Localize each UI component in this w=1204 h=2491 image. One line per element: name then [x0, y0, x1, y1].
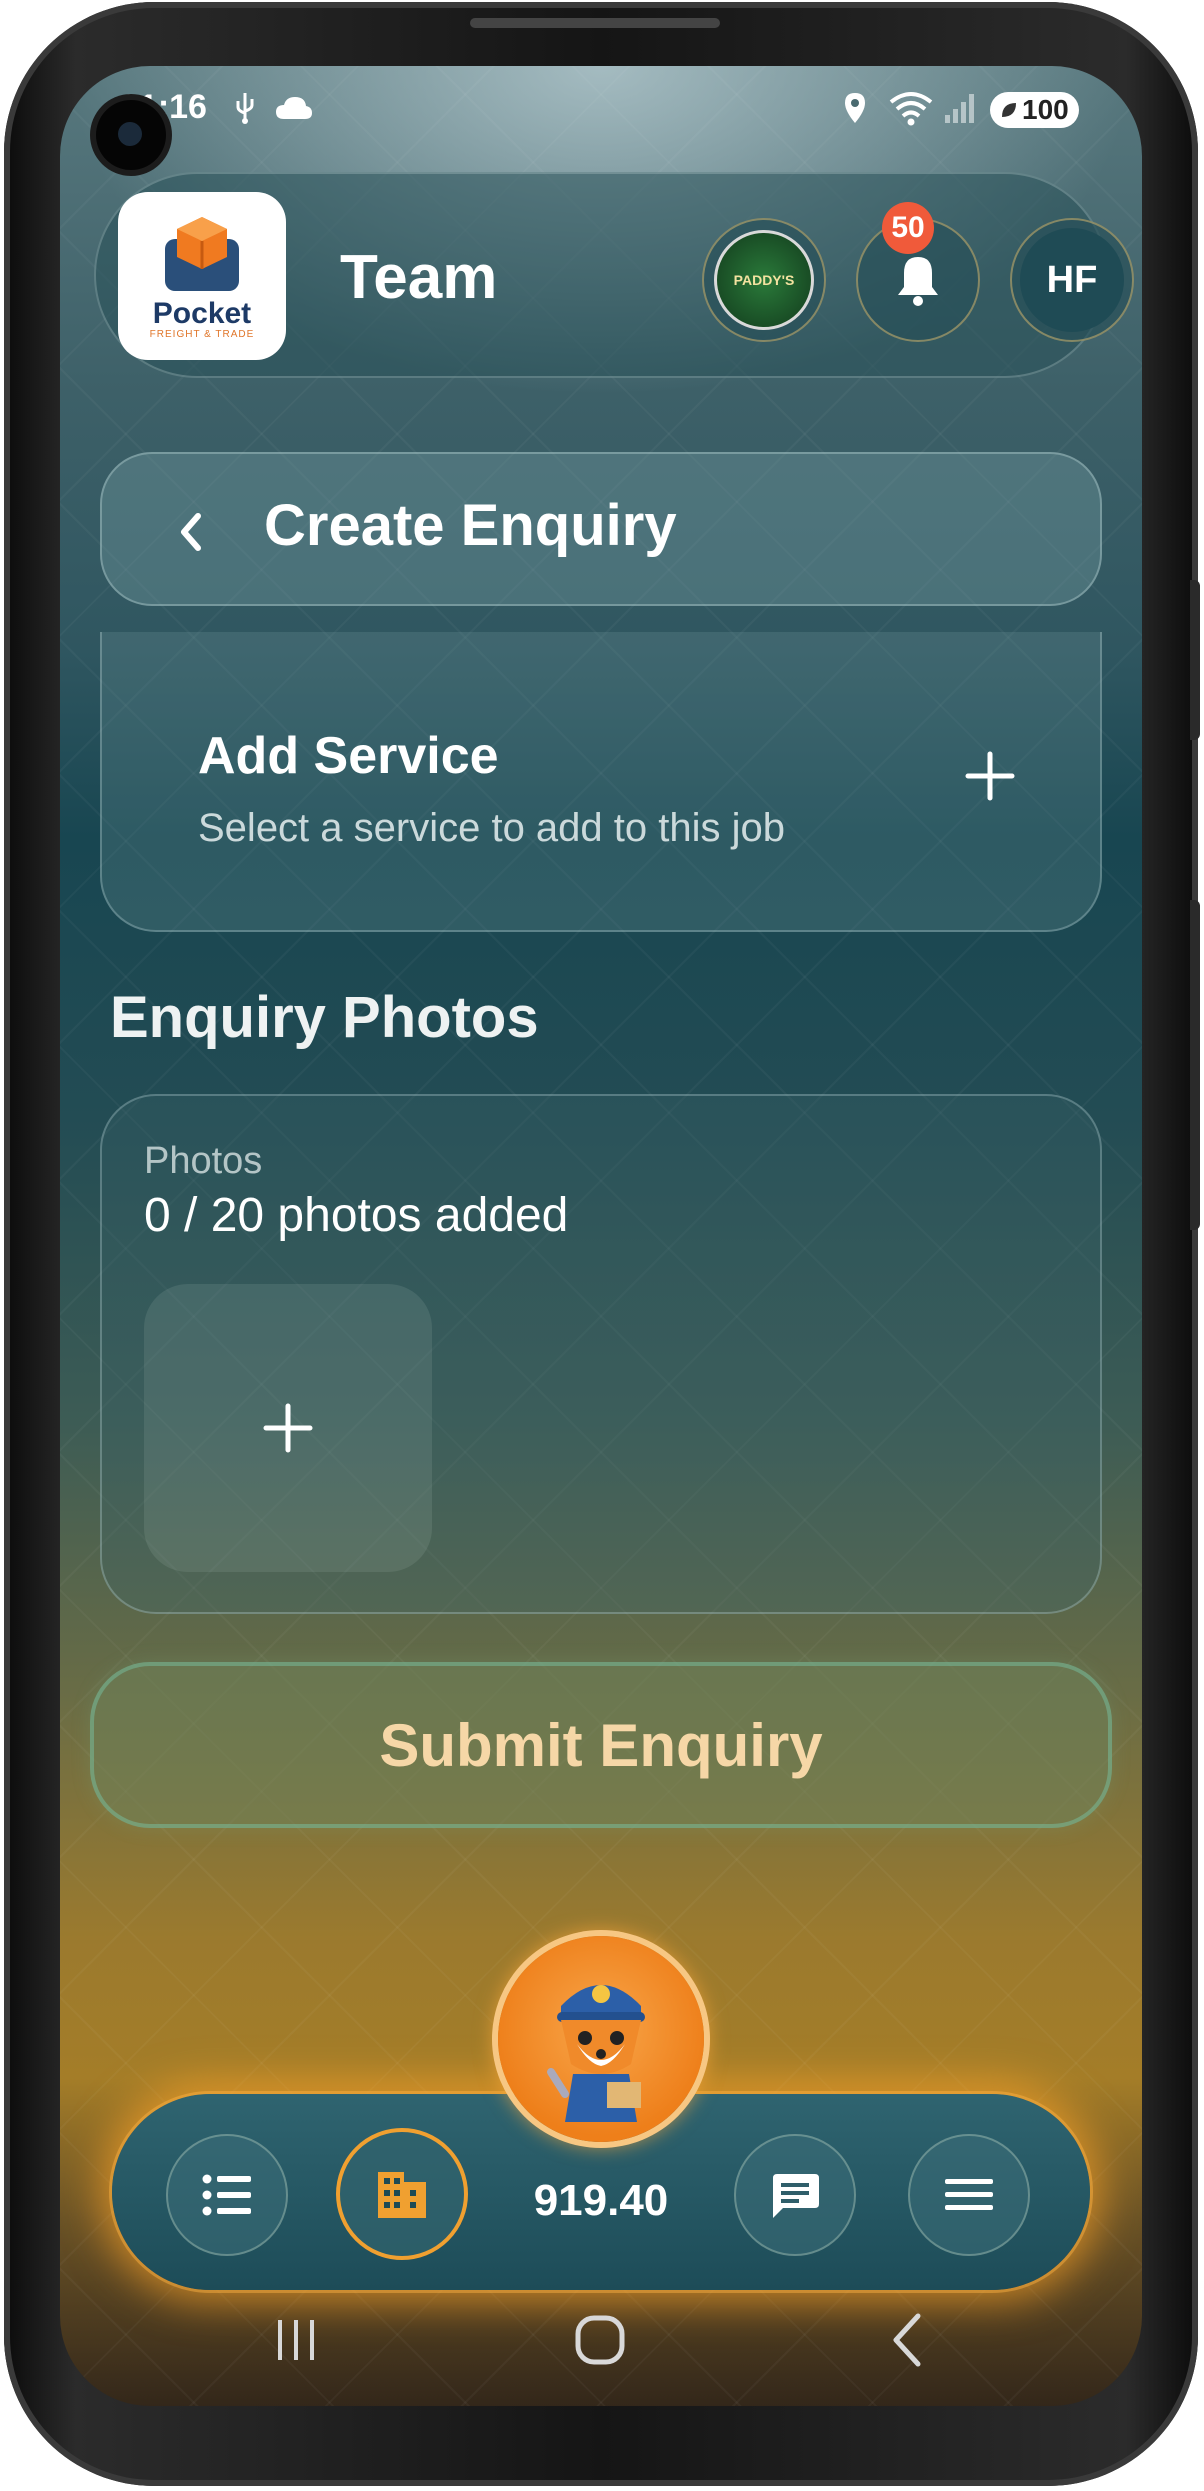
- power-button: [1190, 900, 1200, 1230]
- photos-count: 0 / 20 photos added: [144, 1189, 569, 1242]
- add-service-title: Add Service: [198, 727, 499, 785]
- coin-balance: 919.40: [533, 2176, 669, 2225]
- logo-title: Pocket: [152, 296, 252, 330]
- app-header: Pocket FREIGHT & TRADE Team PADDY'S HF: [94, 172, 1134, 378]
- recents-icon: [278, 2320, 314, 2360]
- system-back-button[interactable]: [878, 2310, 938, 2370]
- nav-menu-button[interactable]: [908, 2134, 1030, 2256]
- plus-icon: [263, 1403, 313, 1453]
- home-icon: [575, 2315, 625, 2365]
- location-icon: [840, 88, 870, 128]
- page-title: Create Enquiry: [264, 493, 677, 558]
- wifi-icon: [886, 88, 936, 128]
- front-camera: [96, 100, 166, 170]
- nav-company-button[interactable]: [336, 2128, 468, 2260]
- company-badge-button[interactable]: PADDY'S: [702, 218, 826, 342]
- bell-icon: [898, 257, 938, 306]
- notification-count-badge: 50: [882, 202, 934, 254]
- box-logo-icon: [165, 216, 239, 291]
- hamburger-menu-icon: [945, 2179, 993, 2210]
- status-bar: 21:16 100: [60, 66, 1142, 156]
- notification-count: 50: [891, 211, 925, 244]
- nav-list-button[interactable]: [166, 2134, 288, 2256]
- photos-label: Photos: [144, 1140, 263, 1182]
- list-icon: [202, 2174, 251, 2216]
- add-photo-button[interactable]: [144, 1284, 432, 1572]
- nav-chat-button[interactable]: [734, 2134, 856, 2256]
- mascot-icon: [547, 1985, 645, 2122]
- phone-speaker: [470, 18, 720, 28]
- app-logo[interactable]: Pocket FREIGHT & TRADE: [118, 192, 286, 360]
- avatar: HF: [1020, 228, 1124, 332]
- screen: 21:16 100 Pocket FREIGHT & TRADE Team PA…: [60, 66, 1142, 2406]
- usb-icon: [230, 88, 260, 128]
- leaf-icon: [1000, 94, 1018, 126]
- company-logo-text: PADDY'S: [733, 272, 795, 288]
- avatar-button[interactable]: HF: [1010, 218, 1134, 342]
- photos-section-title: Enquiry Photos: [110, 985, 539, 1050]
- cloud-icon: [272, 88, 316, 128]
- submit-enquiry-button[interactable]: Submit Enquiry: [90, 1662, 1112, 1828]
- plus-icon: [965, 751, 1015, 801]
- avatar-initials: HF: [1046, 258, 1098, 301]
- building-icon: [378, 2172, 426, 2218]
- chat-icon: [773, 2174, 819, 2218]
- signal-icon: [940, 88, 980, 128]
- battery-level: 100: [1022, 94, 1069, 125]
- logo-subtitle: FREIGHT & TRADE: [149, 328, 255, 340]
- add-service-subtitle: Select a service to add to this job: [198, 806, 785, 850]
- phone-frame: 21:16 100 Pocket FREIGHT & TRADE Team PA…: [0, 0, 1204, 2491]
- back-button[interactable]: [172, 502, 212, 562]
- company-logo: PADDY'S: [714, 230, 814, 330]
- home-button[interactable]: [570, 2310, 630, 2370]
- back-arrow-icon: [893, 2313, 921, 2367]
- recents-button[interactable]: [266, 2310, 326, 2370]
- page-header-card: Create Enquiry: [100, 452, 1102, 606]
- mascot-button[interactable]: [498, 1936, 704, 2142]
- battery-indicator: 100: [990, 92, 1079, 128]
- volume-button: [1190, 580, 1200, 740]
- chevron-left-icon: [181, 513, 201, 551]
- add-service-button[interactable]: [960, 746, 1020, 806]
- header-title: Team: [340, 243, 498, 312]
